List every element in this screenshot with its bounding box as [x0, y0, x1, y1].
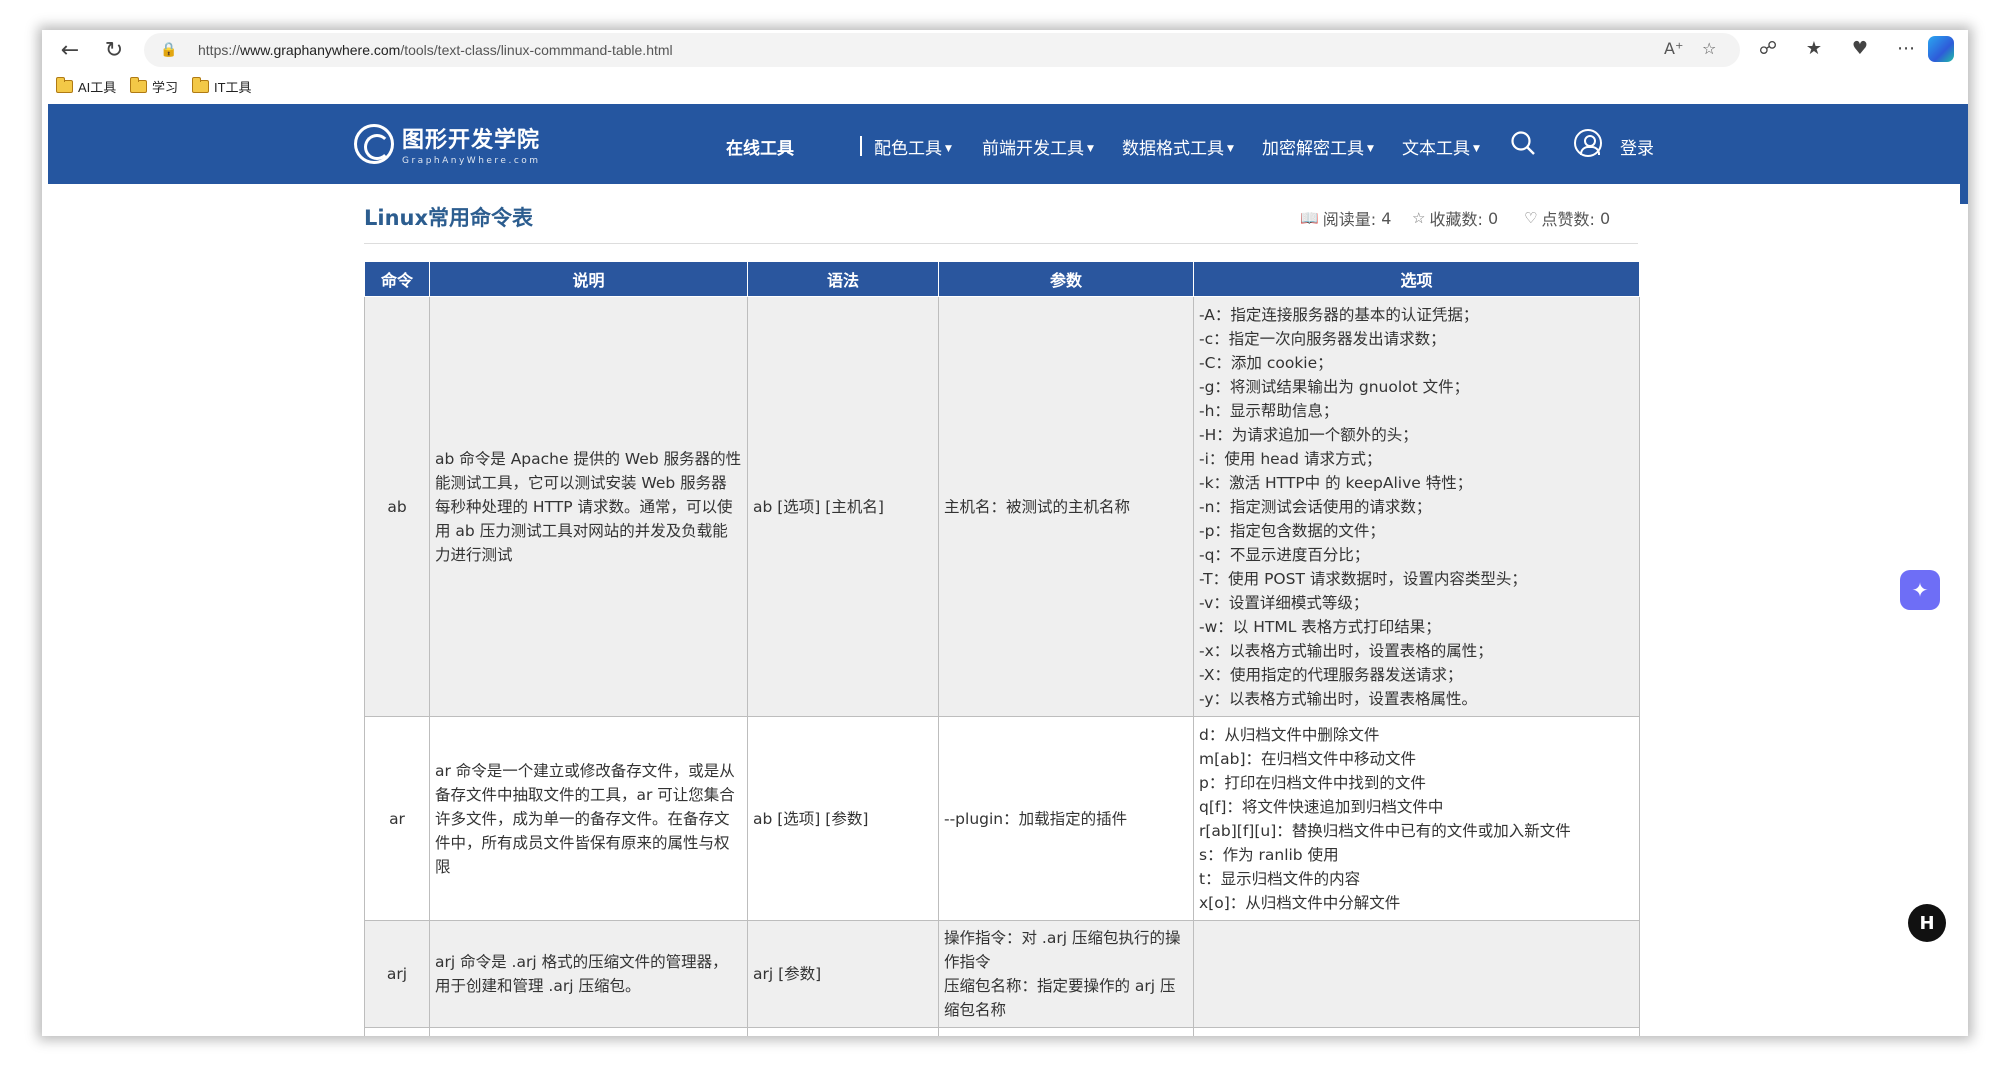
user-avatar-icon[interactable]: [1574, 129, 1602, 157]
cell-syntax: [747, 1027, 939, 1036]
nav-text-tools[interactable]: 文本工具 ▼: [1402, 134, 1480, 159]
logo-mark-icon: [354, 124, 394, 164]
stat-favorites[interactable]: ☆ 收藏数: 0: [1412, 206, 1498, 230]
bookmark-ai-tools[interactable]: AI工具: [55, 77, 116, 96]
table-row: ab ab 命令是 Apache 提供的 Web 服务器的性 能测试工具，它可以…: [364, 296, 1640, 717]
cell-description: [429, 1027, 748, 1036]
stat-likes[interactable]: ♡ 点赞数: 0: [1524, 206, 1610, 230]
caret-down-icon: ▼: [1087, 144, 1094, 154]
cell-params: --plugin：加载指定的插件: [938, 716, 1194, 921]
cell-syntax: ab [选项] [主机名]: [747, 296, 939, 717]
caret-down-icon: ▼: [945, 144, 952, 154]
address-bar[interactable]: 🔒 https://www.graphanywhere.com/tools/te…: [144, 33, 1740, 67]
cell-command: arj: [364, 920, 430, 1028]
caret-down-icon: ▼: [1473, 144, 1480, 154]
cell-options: [1193, 1027, 1640, 1036]
logo-subtitle: GraphAnyWhere.com: [402, 156, 541, 166]
search-icon[interactable]: [1510, 130, 1536, 156]
cell-options: -A：指定连接服务器的基本的认证凭据； -c：指定一次向服务器发出请求数； -C…: [1193, 296, 1640, 717]
refresh-icon[interactable]: ↻: [100, 36, 128, 64]
caret-down-icon: ▼: [1227, 144, 1234, 154]
star-outline-icon: ☆: [1412, 209, 1426, 227]
header-command: 命令: [364, 261, 430, 297]
site-logo[interactable]: 图形开发学院 GraphAnyWhere.com: [354, 122, 541, 166]
heart-outline-icon: ♡: [1524, 209, 1538, 227]
nav-divider: [860, 136, 862, 156]
nav-crypto-tools[interactable]: 加密解密工具 ▼: [1262, 134, 1374, 159]
linux-command-table: 命令 说明 语法 参数 选项 ab ab 命令是 Apache 提供的 Web …: [364, 261, 1640, 1036]
cell-description: ar 命令是一个建立或修改备存文件，或是从 备存文件中抽取文件的工具，ar 可让…: [429, 716, 748, 921]
assistant-float-icon[interactable]: ✦: [1900, 570, 1940, 610]
page-title: Linux常用命令表: [364, 206, 534, 230]
book-icon: 📖: [1300, 209, 1319, 227]
bookmark-study[interactable]: 学习: [129, 77, 178, 96]
caret-down-icon: ▼: [1367, 144, 1374, 154]
cell-params: 主机名：被测试的主机名称: [938, 296, 1194, 717]
read-aloud-icon[interactable]: A⁺: [1664, 39, 1683, 58]
cell-description: ab 命令是 Apache 提供的 Web 服务器的性 能测试工具，它可以测试安…: [429, 296, 748, 717]
bookmark-it-tools[interactable]: IT工具: [191, 77, 252, 96]
header-options: 选项: [1193, 261, 1640, 297]
folder-icon: [191, 77, 209, 93]
browser-essentials-icon[interactable]: ♥: [1848, 38, 1872, 59]
cell-command: ab: [364, 296, 430, 717]
copilot-icon[interactable]: [1928, 36, 1954, 62]
nav-color-tools[interactable]: 配色工具 ▼: [874, 134, 952, 159]
folder-icon: [55, 77, 73, 93]
title-divider: [364, 243, 1638, 244]
header-description: 说明: [429, 261, 748, 297]
lock-icon: 🔒: [160, 42, 178, 58]
cell-syntax: arj [参数]: [747, 920, 939, 1028]
browser-toolbar: ← ↻ 🔒 https://www.graphanywhere.com/tool…: [42, 30, 1968, 70]
table-row: ar ar 命令是一个建立或修改备存文件，或是从 备存文件中抽取文件的工具，ar…: [364, 716, 1640, 921]
extensions-icon[interactable]: ☍: [1756, 38, 1780, 59]
site-header: 图形开发学院 GraphAnyWhere.com 在线工具 配色工具 ▼ 前端开发…: [48, 104, 1962, 184]
cell-params: [938, 1027, 1194, 1036]
table-row: arj arj 命令是 .arj 格式的压缩文件的管理器， 用于创建和管理 .a…: [364, 920, 1640, 1028]
cell-description: arj 命令是 .arj 格式的压缩文件的管理器， 用于创建和管理 .arj 压…: [429, 920, 748, 1028]
stat-views: 📖 阅读量: 4: [1300, 208, 1392, 230]
header-params: 参数: [938, 261, 1194, 297]
favorite-star-icon[interactable]: ☆: [1702, 39, 1716, 58]
cell-options: d：从归档文件中删除文件 m[ab]：在归档文件中移动文件 p：打印在归档文件中…: [1193, 716, 1640, 921]
page-scrollbar[interactable]: [1960, 104, 1968, 204]
logo-title: 图形开发学院: [402, 128, 541, 153]
more-menu-icon[interactable]: ⋯: [1894, 38, 1918, 59]
cell-command: ar: [364, 716, 430, 921]
header-syntax: 语法: [747, 261, 939, 297]
cell-syntax: ab [选项] [参数]: [747, 716, 939, 921]
login-link[interactable]: 登录: [1620, 134, 1654, 159]
helper-float-icon[interactable]: H: [1908, 904, 1946, 942]
table-row: [364, 1027, 1640, 1036]
url-text[interactable]: https://www.graphanywhere.com/tools/text…: [198, 42, 673, 58]
cell-options: [1193, 920, 1640, 1028]
browser-window: ← ↻ 🔒 https://www.graphanywhere.com/tool…: [42, 30, 1968, 1036]
folder-icon: [129, 77, 147, 93]
nav-frontend-tools[interactable]: 前端开发工具 ▼: [982, 134, 1094, 159]
cell-params: 操作指令：对 .arj 压缩包执行的操 作指令 压缩包名称：指定要操作的 arj…: [938, 920, 1194, 1028]
cell-command: [364, 1027, 430, 1036]
nav-data-format-tools[interactable]: 数据格式工具 ▼: [1122, 134, 1234, 159]
bookmarks-bar: AI工具 学习 IT工具: [42, 70, 1968, 100]
nav-online-tools[interactable]: 在线工具: [726, 134, 794, 159]
table-header-row: 命令 说明 语法 参数 选项: [364, 261, 1640, 297]
back-arrow-icon[interactable]: ←: [56, 36, 84, 64]
favorites-list-icon[interactable]: ★: [1802, 38, 1826, 59]
